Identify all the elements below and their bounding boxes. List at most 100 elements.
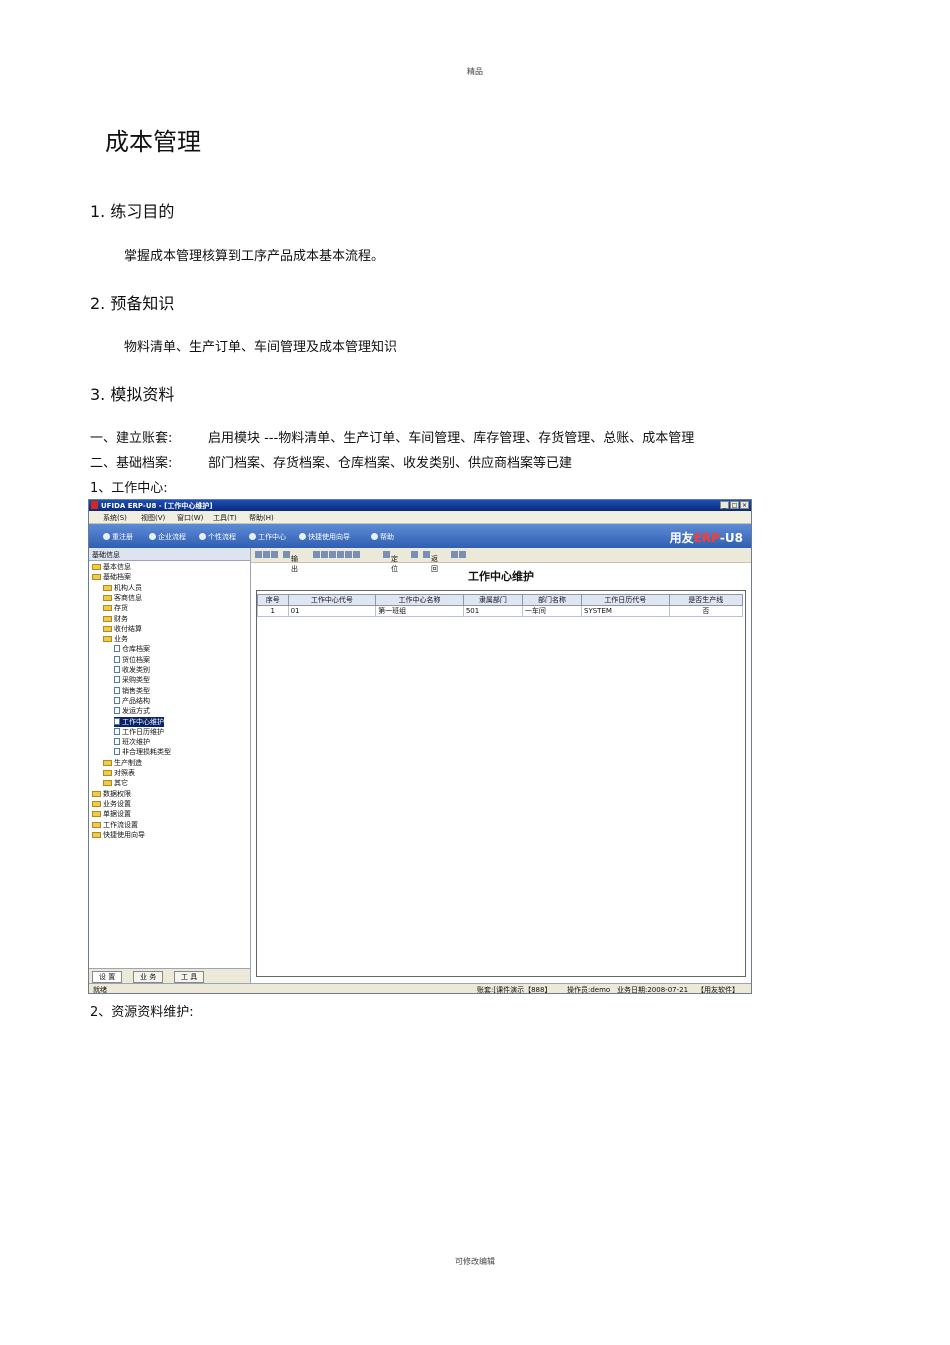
column-header[interactable]: 部门名称	[521, 594, 583, 606]
tree-item[interactable]: 客商信息	[103, 593, 142, 603]
output-button[interactable]: 输出	[283, 551, 298, 573]
minimize-button[interactable]: _	[720, 501, 729, 509]
tree-item[interactable]: 机构人员	[103, 583, 142, 593]
section-body-knowledge: 物料清单、生产订单、车间管理及成本管理知识	[124, 340, 398, 355]
quick-personal-flow[interactable]: 个性流程	[199, 532, 236, 542]
menu-system[interactable]: 系统(S)	[103, 513, 127, 523]
section-heading-objective: 1. 练习目的	[90, 202, 175, 221]
column-header[interactable]: 工作中心代号	[287, 594, 377, 606]
tree-item-label: 业务设置	[103, 799, 131, 808]
tree-item[interactable]: 其它	[103, 778, 128, 788]
menu-view[interactable]: 视图(V)	[141, 513, 165, 523]
status-vendor: 【用友软件】	[697, 986, 739, 994]
column-header[interactable]: 是否生产线	[668, 594, 744, 606]
tab-settings[interactable]: 设 置	[92, 971, 123, 983]
table-row[interactable]: 1 01 第一班组 501 一车间 SYSTEM 否	[257, 605, 744, 617]
tree-item[interactable]: 基础档案	[92, 572, 131, 582]
page-header: 精品	[467, 67, 483, 76]
document-icon	[114, 727, 120, 735]
table-cell: 01	[287, 605, 377, 617]
tree-item-label: 存货	[114, 604, 128, 613]
return-button[interactable]: 返回	[423, 551, 438, 573]
tree-item[interactable]: 工作流设置	[92, 820, 138, 830]
tree-item[interactable]: 存货	[103, 603, 128, 613]
folder-icon	[92, 821, 101, 828]
tree-item[interactable]: 销售类型	[114, 686, 150, 696]
column-header[interactable]: 工作中心名称	[375, 594, 464, 606]
menu-help[interactable]: 帮助(H)	[249, 513, 274, 523]
edit-icons[interactable]	[313, 551, 361, 559]
quick-label: 个性流程	[208, 533, 236, 541]
tree-item-label: 单据设置	[103, 810, 131, 819]
tree-item[interactable]: 发运方式	[114, 706, 150, 716]
filter-icon[interactable]	[255, 551, 279, 559]
data-line-archive: 二、基础档案: 部门档案、存货档案、仓库档案、收发类别、供应商档案等已建	[90, 452, 572, 471]
print-icon[interactable]	[411, 551, 419, 559]
tree-item[interactable]: 对照表	[103, 768, 135, 778]
tree-item[interactable]: 财务	[103, 614, 128, 624]
tree-item[interactable]: 仓库档案	[114, 644, 150, 654]
maximize-button[interactable]: □	[730, 501, 739, 509]
close-button[interactable]: ×	[740, 501, 749, 509]
wizard-icon	[299, 533, 306, 540]
tree-item-label: 班次维护	[122, 738, 150, 747]
table-cell: 一车间	[521, 605, 583, 617]
tab-business[interactable]: 业 务	[133, 971, 164, 983]
tree-item-label: 数据权限	[103, 789, 131, 798]
help-icon[interactable]	[451, 551, 467, 559]
tree-item[interactable]: 生产制造	[103, 758, 142, 768]
tree-item[interactable]: 产品结构	[114, 696, 150, 706]
tree-item-label: 业务	[114, 635, 128, 644]
menu-bar: 系统(S) 视图(V) 窗口(W) 工具(T) 帮助(H)	[89, 511, 751, 524]
tree-item[interactable]: 业务	[103, 634, 128, 644]
data-line-label: 二、基础档案:	[90, 456, 173, 471]
tree-item-label: 财务	[114, 614, 128, 623]
tree-item[interactable]: 班次维护	[114, 737, 150, 747]
tree-item[interactable]: 数据权限	[92, 789, 131, 799]
table-cell: 1	[257, 605, 289, 617]
column-header[interactable]: 隶属部门	[462, 594, 523, 606]
page-title: 成本管理	[105, 128, 201, 156]
quick-bar: 重注册 企业流程 个性流程 工作中心 快捷使用向导 帮助 用友ERP-U8	[89, 524, 751, 548]
quick-relogin[interactable]: 重注册	[103, 532, 133, 542]
flow-icon	[149, 533, 156, 540]
tree-item-label: 其它	[114, 779, 128, 788]
quick-help[interactable]: 帮助	[371, 532, 394, 542]
folder-icon	[103, 770, 112, 776]
tree-item[interactable]: 非合理损耗类型	[114, 747, 171, 757]
tree-item[interactable]: 采购类型	[114, 675, 150, 685]
folder-icon	[103, 594, 112, 601]
quick-label: 帮助	[380, 533, 394, 541]
tree-item[interactable]: 货位档案	[114, 655, 150, 665]
tree-item-label: 收付结算	[114, 624, 142, 633]
tree-item[interactable]: 单据设置	[92, 809, 131, 819]
column-header[interactable]: 序号	[257, 594, 289, 606]
tree-item[interactable]: 业务设置	[92, 799, 131, 809]
tree-item[interactable]: 快捷使用向导	[92, 830, 145, 840]
quick-label: 重注册	[112, 533, 133, 541]
document-icon	[114, 686, 120, 694]
tab-tools[interactable]: 工 具	[174, 971, 205, 983]
tree-item[interactable]: 基本信息	[92, 562, 131, 572]
tree-item[interactable]: 收付结算	[103, 624, 142, 634]
quick-enterprise-flow[interactable]: 企业流程	[149, 532, 186, 542]
tree-item-label: 生产制造	[114, 758, 142, 767]
tree-item[interactable]: 收发类别	[114, 665, 150, 675]
tree-item-label: 销售类型	[122, 686, 150, 695]
menu-window[interactable]: 窗口(W)	[177, 513, 203, 523]
quick-workcenter[interactable]: 工作中心	[249, 532, 286, 542]
tree-item-label: 非合理损耗类型	[122, 748, 171, 757]
brand-logo: 用友ERP-U8	[669, 531, 743, 545]
tree-item-label: 工作日历维护	[122, 727, 164, 736]
tree-item[interactable]: 工作中心维护	[114, 716, 164, 727]
page-footer: 可修改编辑	[455, 1257, 495, 1266]
column-header[interactable]: 工作日历代号	[581, 594, 670, 606]
document-icon	[114, 738, 120, 746]
locate-button[interactable]: 定位	[383, 551, 398, 573]
tree-item-label: 基本信息	[103, 563, 131, 571]
menu-tools[interactable]: 工具(T)	[213, 513, 237, 523]
folder-icon	[92, 790, 101, 797]
tree-item[interactable]: 工作日历维护	[114, 727, 164, 737]
document-icon	[114, 717, 120, 725]
quick-wizard[interactable]: 快捷使用向导	[299, 532, 350, 542]
